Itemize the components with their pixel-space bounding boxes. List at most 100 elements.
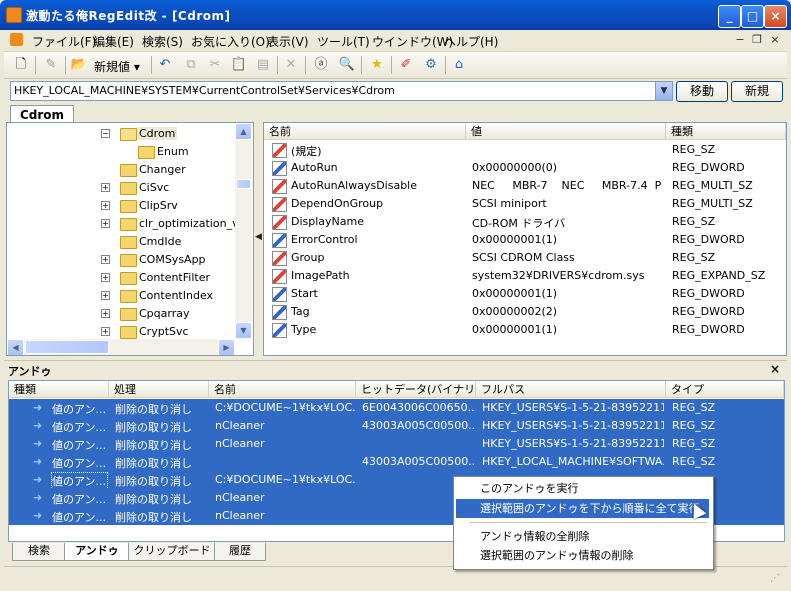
column-header-value[interactable]: 値 [466, 123, 666, 140]
value-row[interactable]: Tag 0x00000002(2) REG_DWORD [264, 303, 786, 321]
menu-tools[interactable]: ツール(T) [317, 33, 370, 50]
maximize-button[interactable]: □ [741, 5, 764, 28]
value-row[interactable]: AutoRun 0x00000000(0) REG_DWORD [264, 159, 786, 177]
pane-splitter[interactable]: ◀ [254, 122, 262, 354]
value-row[interactable]: AutoRunAlwaysDisable NEC MBR-7 NEC MBR-7… [264, 177, 786, 195]
minimize-button[interactable]: _ [718, 5, 741, 28]
menu-help[interactable]: ヘルプ(H) [444, 33, 498, 50]
tree-item[interactable]: − Cdrom [7, 125, 237, 143]
tree-item[interactable]: + CiSvc [7, 179, 237, 197]
tree-vertical-scrollbar[interactable]: ▲ ▼ [235, 123, 252, 339]
tree-item[interactable]: + Cpqarray [7, 305, 237, 323]
value-row[interactable]: Group SCSI CDROM Class REG_SZ [264, 249, 786, 267]
paste-icon[interactable]: 📋 [230, 56, 248, 74]
rename-icon[interactable]: ⓐ [312, 56, 330, 74]
undo-column-type[interactable]: タイプ [666, 381, 784, 398]
undo-column-name[interactable]: 名前 [209, 381, 356, 398]
expand-icon[interactable]: + [101, 219, 110, 228]
menu-window[interactable]: ウインドウ(W) [372, 33, 453, 50]
scroll-left-icon[interactable]: ◀ [7, 339, 24, 355]
home-icon[interactable]: ⌂ [450, 56, 468, 74]
resize-grip-icon[interactable]: ⋰ [770, 573, 780, 584]
value-row[interactable]: DependOnGroup SCSI miniport REG_MULTI_SZ [264, 195, 786, 213]
menu-favorites[interactable]: お気に入り(O) [191, 33, 270, 50]
value-row[interactable]: DisplayName CD-ROM ドライバ REG_SZ [264, 213, 786, 231]
delete-icon[interactable]: ✕ [282, 56, 300, 74]
menu-file[interactable]: ファイル(F) [32, 33, 96, 50]
scroll-thumb[interactable] [25, 340, 109, 354]
expand-icon[interactable]: + [101, 255, 110, 264]
tree-item[interactable]: CmdIde [7, 233, 237, 251]
menu-edit[interactable]: 編集(E) [93, 33, 134, 50]
tree-item[interactable]: + ClipSrv [7, 197, 237, 215]
tree-item[interactable]: + ContentFilter [7, 269, 237, 287]
scroll-up-icon[interactable]: ▲ [235, 123, 252, 140]
undo-row[interactable]: ➜ 値のアン... 削除の取り消し nCleaner HKEY_USERS¥S-… [9, 435, 784, 453]
tools-icon[interactable]: ⚙ [422, 56, 440, 74]
undo-icon[interactable]: ↶ [156, 56, 174, 74]
new-button[interactable]: 新規 [731, 81, 783, 102]
expand-icon[interactable]: + [101, 291, 110, 300]
menu-item-run-selected-undo[interactable]: 選択範囲のアンドゥを下から順番に全て実行 [456, 499, 709, 518]
search-icon[interactable]: 🔍 [338, 56, 356, 74]
expand-icon[interactable]: + [101, 327, 110, 336]
value-row[interactable]: Type 0x00000001(1) REG_DWORD [264, 321, 786, 339]
mdi-doc-icon[interactable] [10, 33, 23, 46]
tab-history[interactable]: 履歴 [214, 543, 266, 561]
tree-item[interactable]: Changer [7, 161, 237, 179]
close-button[interactable]: × [764, 5, 787, 28]
tree-item[interactable]: + ContentIndex [7, 287, 237, 305]
collapse-pane-icon[interactable]: ◀ [255, 232, 262, 242]
undo-column-hitdata[interactable]: ヒットデータ(バイナリ) [356, 381, 479, 398]
value-name: DependOnGroup [291, 197, 384, 210]
column-header-name[interactable]: 名前 [264, 123, 466, 140]
collapse-icon[interactable]: − [101, 129, 110, 138]
export-icon[interactable]: ✐ [397, 56, 415, 74]
mdi-restore-button[interactable]: ❐ [749, 33, 765, 47]
expand-icon[interactable]: + [101, 183, 110, 192]
mdi-close-button[interactable]: × [767, 33, 783, 47]
value-row[interactable]: Start 0x00000001(1) REG_DWORD [264, 285, 786, 303]
tree-horizontal-scrollbar[interactable]: ◀ ▶ [7, 339, 235, 355]
cut-icon[interactable]: ✂ [206, 56, 224, 74]
tree-item[interactable]: + COMSysApp [7, 251, 237, 269]
copy-icon[interactable]: ⧉ [182, 56, 200, 74]
undo-column-kind[interactable]: 種類 [9, 381, 109, 398]
new-value-button[interactable]: 新規値 ▾ [94, 58, 140, 75]
move-button[interactable]: 移動 [676, 81, 728, 102]
scroll-thumb[interactable] [236, 179, 251, 189]
undo-row[interactable]: ➜ 値のアン... 削除の取り消し 43003A005C00500... HKE… [9, 453, 784, 471]
menu-item-clear-all-undo[interactable]: アンドゥ情報の全削除 [456, 527, 709, 546]
undo-column-fullpath[interactable]: フルパス [476, 381, 666, 398]
value-row[interactable]: ErrorControl 0x00000001(1) REG_DWORD [264, 231, 786, 249]
expand-icon[interactable]: + [101, 201, 110, 210]
menu-item-run-this-undo[interactable]: このアンドゥを実行 [456, 479, 709, 498]
tree-item[interactable]: + clr_optimization_v2. [7, 215, 249, 233]
open-folder-icon[interactable]: 📂 [70, 56, 88, 74]
menu-search[interactable]: 検索(S) [142, 33, 183, 50]
address-field[interactable]: HKEY_LOCAL_MACHINE¥SYSTEM¥CurrentControl… [10, 81, 672, 101]
menu-item-delete-selected-undo[interactable]: 選択範囲のアンドゥ情報の削除 [456, 546, 709, 565]
undo-row[interactable]: ➜ 値のアン... 削除の取り消し C:¥DOCUME~1¥tkx¥LOC...… [9, 399, 784, 417]
value-row[interactable]: ImagePath system32¥DRIVERS¥cdrom.sys REG… [264, 267, 786, 285]
tree-item[interactable]: Enum [7, 143, 237, 161]
edit-icon[interactable]: ✎ [42, 56, 60, 74]
column-header-type[interactable]: 種類 [666, 123, 786, 140]
undo-column-op[interactable]: 処理 [109, 381, 209, 398]
address-dropdown-icon[interactable]: ▼ [655, 81, 673, 101]
tab-clipboard[interactable]: クリップボード [128, 543, 216, 561]
expand-icon[interactable]: + [101, 309, 110, 318]
favorites-star-icon[interactable]: ★ [368, 56, 386, 74]
value-row[interactable]: (規定) REG_SZ [264, 141, 786, 159]
new-key-icon[interactable]: 🗋 [12, 56, 30, 74]
mdi-minimize-button[interactable]: − [732, 33, 748, 47]
tab-undo[interactable]: アンドゥ [64, 543, 130, 561]
paste-special-icon[interactable]: ▤ [254, 56, 272, 74]
expand-icon[interactable]: + [101, 273, 110, 282]
undo-row[interactable]: ➜ 値のアン... 削除の取り消し nCleaner 43003A005C005… [9, 417, 784, 435]
scroll-down-icon[interactable]: ▼ [235, 322, 252, 339]
close-panel-icon[interactable]: × [770, 362, 780, 376]
tab-search[interactable]: 検索 [12, 543, 66, 561]
scroll-right-icon[interactable]: ▶ [218, 339, 235, 355]
menu-view[interactable]: 表示(V) [267, 33, 309, 50]
